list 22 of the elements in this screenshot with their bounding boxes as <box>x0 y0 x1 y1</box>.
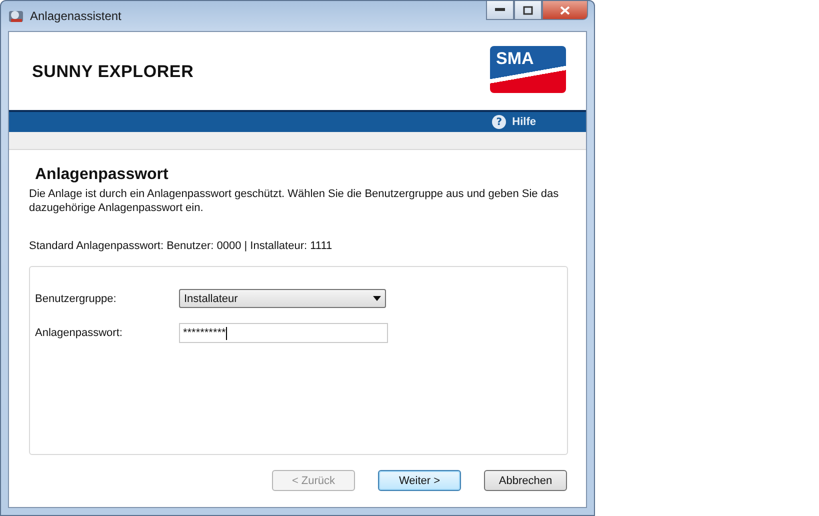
help-link[interactable]: Hilfe <box>512 116 536 128</box>
close-button[interactable] <box>542 1 588 20</box>
close-icon <box>560 6 570 14</box>
field-label: Anlagenpasswort: <box>35 327 124 339</box>
app-name: SUNNY EXPLORER <box>32 62 194 82</box>
description-text: Die Anlage ist durch ein Anlagenpasswort geschützt. Wählen Sie die Benutzergruppe aus und geben Sie das dazugehörige Anlagenpasswort ein. <box>29 187 560 215</box>
dialog-button[interactable]: Abbrechen <box>484 470 567 491</box>
help-icon: ? <box>492 115 506 129</box>
logo: SMA <box>490 46 566 93</box>
minimize-button[interactable] <box>486 1 514 20</box>
window-title: Anlagenassistent <box>30 9 122 23</box>
default-password-info: Standard Anlagenpasswort: Benutzer: 0000 | Installateur: 1111 <box>29 240 334 252</box>
app-icon <box>8 8 24 24</box>
dialog-button[interactable]: Weiter > <box>378 470 461 491</box>
maximize-icon <box>523 6 533 14</box>
field-label: Benutzergruppe: <box>35 292 118 304</box>
user-group-dropdown[interactable]: Installateur <box>179 289 386 308</box>
maximize-button[interactable] <box>514 1 542 20</box>
password-field[interactable]: ********** <box>179 323 388 343</box>
minimize-icon <box>495 8 505 12</box>
page-heading: Anlagenpasswort <box>35 166 170 184</box>
caret-icon <box>373 296 381 301</box>
